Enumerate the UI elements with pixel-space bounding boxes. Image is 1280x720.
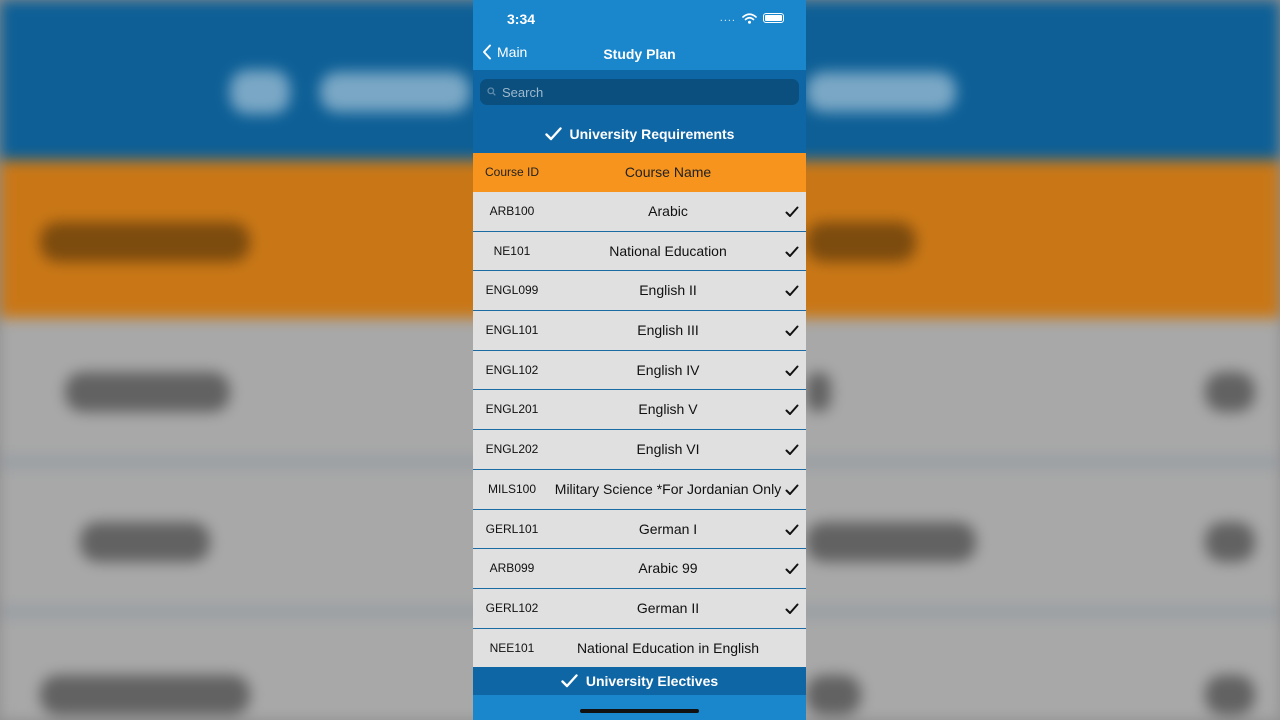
wifi-icon — [742, 12, 757, 24]
course-name: English II — [639, 282, 697, 299]
column-header-course-name: Course Name — [624, 164, 712, 180]
course-id: MILS100 — [487, 481, 537, 496]
course-name: National Education — [609, 242, 727, 259]
section-title: University Requirements — [569, 126, 735, 142]
course-name: Arabic 99 — [638, 560, 698, 577]
course-name: Military Science *For Jordanian Only — [554, 480, 782, 497]
course-name: German II — [636, 599, 700, 616]
course-id: NE101 — [493, 243, 531, 258]
course-id: ENGL099 — [485, 283, 539, 298]
status-icons: .... — [720, 12, 784, 24]
checkmark-icon — [785, 206, 799, 217]
table-row[interactable]: ARB099 Arabic 99 — [473, 549, 806, 589]
checkmark-icon — [544, 127, 562, 141]
table-row[interactable]: NE101 National Education — [473, 231, 806, 272]
table-row[interactable]: GERL102 German II — [473, 588, 806, 629]
table-row[interactable]: ARB100 Arabic — [473, 192, 806, 232]
course-name: English VI — [636, 441, 700, 458]
table-row[interactable]: MILS100 Military Science *For Jordanian O… — [473, 469, 806, 510]
table-row[interactable]: ENGL099 English II — [473, 271, 806, 312]
table-header: Course ID Course Name — [473, 153, 806, 192]
course-id: ARB099 — [489, 561, 535, 576]
battery-icon — [763, 13, 784, 23]
table-row[interactable]: ENGL101 English III — [473, 311, 806, 351]
search-input[interactable] — [480, 79, 799, 105]
course-id: ENGL102 — [485, 362, 539, 377]
course-name: English IV — [636, 361, 700, 378]
section-title: University Electives — [585, 673, 719, 689]
search-bar — [473, 70, 806, 114]
section-header-university-requirements[interactable]: University Requirements — [473, 114, 806, 154]
table-row[interactable]: ENGL202 English VI — [473, 430, 806, 470]
table-row[interactable]: NEE101 National Education in English — [473, 628, 806, 669]
table-row[interactable]: ENGL201 English V — [473, 390, 806, 431]
phone-screen: 3:34 .... Main Study Plan Search Univers… — [473, 0, 806, 720]
course-id: GERL102 — [485, 600, 539, 615]
checkmark-icon — [785, 285, 799, 297]
status-time: 3:34 — [507, 11, 536, 27]
checkmark-icon — [785, 365, 799, 376]
course-id: GERL101 — [485, 521, 539, 536]
course-id: ARB100 — [489, 204, 535, 218]
checkmark-icon — [785, 563, 799, 575]
course-id: ENGL101 — [485, 323, 539, 338]
signal-icon: .... — [719, 12, 736, 24]
checkmark-icon — [561, 674, 578, 688]
checkmark-icon — [785, 325, 799, 337]
checkmark-icon — [785, 524, 799, 535]
column-header-course-id: Course ID — [484, 165, 540, 179]
course-name: English V — [638, 401, 698, 418]
course-id: NEE101 — [489, 640, 535, 655]
checkmark-icon — [785, 603, 799, 614]
course-name: National Education in English — [576, 639, 760, 656]
course-name: German I — [638, 520, 698, 537]
table-row[interactable]: ENGL102 English IV — [473, 350, 806, 391]
page-title: Study Plan — [603, 46, 676, 62]
search-icon — [487, 87, 496, 96]
checkmark-icon — [785, 246, 799, 257]
course-name: English III — [637, 322, 699, 339]
section-header-university-electives[interactable]: University Electives — [473, 667, 806, 695]
course-list: ARB100 Arabic NE101 National Education ENGL0… — [473, 192, 806, 669]
checkmark-icon — [785, 404, 799, 416]
course-id: ENGL201 — [485, 402, 539, 417]
course-name: Arabic — [648, 203, 688, 219]
table-row[interactable]: GERL101 German I — [473, 509, 806, 550]
course-id: ENGL202 — [485, 442, 539, 457]
navigation-bar: Main Study Plan — [473, 38, 806, 70]
status-bar: 3:34 .... — [473, 0, 806, 38]
checkmark-icon — [785, 444, 799, 456]
home-indicator[interactable] — [580, 709, 699, 713]
checkmark-icon — [785, 484, 799, 495]
